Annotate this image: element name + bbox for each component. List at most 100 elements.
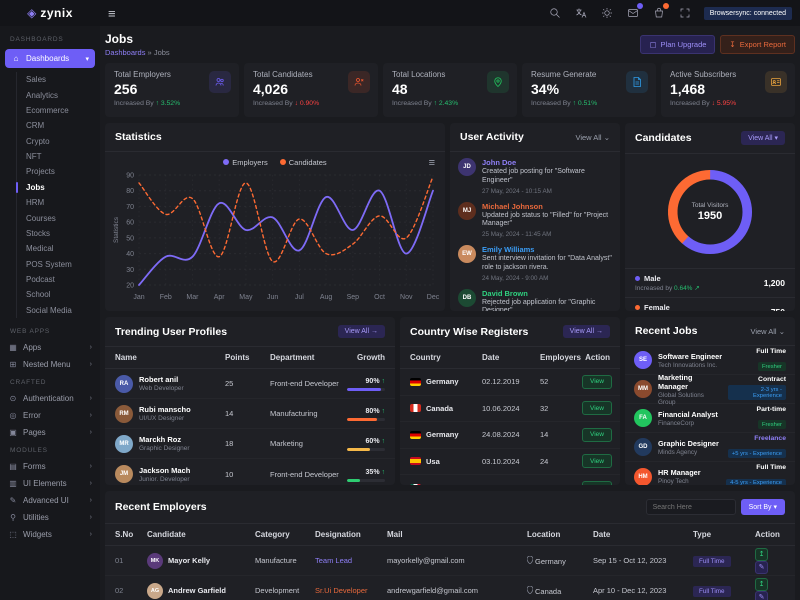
export-report-button[interactable]: ↧ Export Report [720,35,795,54]
view-button[interactable]: View [582,375,612,389]
chevron-down-icon: ▾ [85,55,89,63]
pages-icon: ▣ [8,428,18,437]
view-button[interactable]: View [582,454,612,468]
stat-card: Resume Generate34%Increased By ↑ 0.51% [522,63,656,117]
activity-user-name[interactable]: David Brown [482,289,612,298]
activity-time: 24 May, 2024 - 9:00 AM [482,275,612,282]
sidebar-item-analytics[interactable]: Analytics [0,87,100,102]
svg-text:30: 30 [126,267,134,274]
employers-search-input[interactable] [646,499,736,515]
edit-action-button[interactable]: ✎ [755,561,768,574]
activity-user-name[interactable]: Michael Johnson [482,202,612,211]
sidebar-item-utilities[interactable]: ⚲Utilities› [0,509,100,526]
activity-text: Created job posting for "Software Engine… [482,168,612,186]
sidebar-item-crypto[interactable]: Crypto [0,134,100,149]
sidebar-item-advanced-ui[interactable]: ✎Advanced UI› [0,492,100,509]
trending-title: Trending User Profiles [115,326,227,338]
country-view-all-button[interactable]: View All → [563,325,610,338]
sidebar-item-pos-system[interactable]: POS System [0,257,100,272]
brand-logo[interactable]: ◈ zynix [0,6,100,20]
legend-item[interactable]: Employers [223,158,267,167]
translate-icon[interactable] [574,6,588,20]
sidebar-item-error[interactable]: ◎Error› [0,407,100,424]
sidebar-item-label: Error [23,411,41,420]
activity-user-name[interactable]: John Doe [482,158,612,167]
edit-action-button[interactable]: ✎ [755,591,768,600]
search-icon[interactable] [548,6,562,20]
breadcrumb-parent[interactable]: Dashboards [105,48,145,57]
view-button[interactable]: View [582,428,612,442]
recent-jobs-view-all[interactable]: View All ⌄ [750,327,785,336]
sidebar-item-widgets[interactable]: ⬚Widgets› [0,526,100,543]
activity-item: EWEmily WilliamsSent interview invitatio… [458,245,612,282]
user-activity-view-all[interactable]: View All ⌄ [575,133,610,142]
sidebar-item-hrm[interactable]: HRM [0,195,100,210]
sidebar-item-ecommerce[interactable]: Ecommerce [0,103,100,118]
sidebar-item-podcast[interactable]: Podcast [0,272,100,287]
download-action-button[interactable]: ↥ [755,548,768,561]
sidebar-item-apps[interactable]: ▦Apps› [0,339,100,356]
chevron-right-icon: › [90,497,92,504]
sidebar-item-school[interactable]: School [0,287,100,302]
sidebar-item-medical[interactable]: Medical [0,241,100,256]
sidebar-item-crm[interactable]: CRM [0,118,100,133]
people-x-icon [348,71,370,93]
avatar: DB [458,289,476,307]
stat-card-change: Increased By ↑ 0.51% [531,100,647,107]
download-action-button[interactable]: ↥ [755,578,768,591]
experience-badge: 4-5 yrs - Experience [726,479,786,486]
sidebar-toggle-icon[interactable]: ≡ [108,6,116,21]
sidebar-item-jobs[interactable]: Jobs [0,180,100,195]
avatar: GD [634,438,652,456]
theme-toggle-icon[interactable] [600,6,614,20]
stat-card: Total Candidates4,026Increased By ↓ 0.90… [244,63,378,117]
sidebar-item-stocks[interactable]: Stocks [0,226,100,241]
chevron-right-icon: › [90,361,92,368]
svg-text:Aug: Aug [320,294,333,301]
list-item: MMMarketing ManagerGlobal Solutions Grou… [625,375,795,404]
trending-view-all-button[interactable]: View All → [338,325,385,338]
arrow-up-icon: ↑ [434,100,437,107]
main-content: Jobs Dashboards » Jobs ▢ Plan Upgrade ↧ … [100,26,800,600]
sidebar-item-forms[interactable]: ▤Forms› [0,458,100,475]
sidebar-item-sales[interactable]: Sales [0,72,100,87]
people-icon [209,71,231,93]
table-row: swedan06.12.202416View [400,475,620,485]
svg-text:Jan: Jan [133,294,144,301]
experience-badge: Fresher [758,420,786,429]
stat-cards-row: Total Employers256Increased By ↑ 3.52%To… [105,63,795,117]
sidebar-item-nested-menu[interactable]: ⊞Nested Menu› [0,356,100,373]
activity-user-name[interactable]: Emily Williams [482,245,612,254]
table-row: Germany24.08.202414View [400,422,620,449]
sidebar-item-label: Authentication [23,394,74,403]
cart-icon[interactable] [652,6,666,20]
sidebar-item-social-media[interactable]: Social Media [0,303,100,318]
sidebar-item-pages[interactable]: ▣Pages› [0,424,100,441]
plan-upgrade-button[interactable]: ▢ Plan Upgrade [640,35,715,54]
employers-sort-button[interactable]: Sort By ▾ [741,499,785,515]
table-row: RARobert anilWeb Developer25Front-end De… [105,369,395,399]
user-activity-title: User Activity [460,131,524,143]
sidebar-item-courses[interactable]: Courses [0,210,100,225]
nested-menu-icon: ⊞ [8,360,18,369]
sidebar-item-label: Forms [23,462,46,471]
view-button[interactable]: View [582,481,612,485]
candidates-view-all-button[interactable]: View All ▾ [741,131,785,145]
stat-card-change: Increased By ↓ 5.95% [670,100,786,107]
fullscreen-icon[interactable] [678,6,692,20]
chart-menu-icon[interactable]: ≡ [429,157,435,169]
legend-item[interactable]: Candidates [280,158,327,167]
svg-text:Statistics: Statistics [113,216,120,243]
messages-icon[interactable] [626,6,640,20]
stat-card-change: Increased By ↑ 2.43% [392,100,508,107]
sidebar-item-ui-elements[interactable]: ▥UI Elements› [0,475,100,492]
view-button[interactable]: View [582,401,612,415]
breadcrumb-current: Jobs [154,48,170,57]
sidebar-item-projects[interactable]: Projects [0,164,100,179]
sidebar-item-authentication[interactable]: ⊙Authentication› [0,390,100,407]
avatar: MM [634,380,652,398]
sidebar-item-dashboards[interactable]: ⌂Dashboards▾ [5,49,95,68]
sidebar-item-nft[interactable]: NFT [0,149,100,164]
messages-badge [637,3,643,9]
experience-badge: +5 yrs - Experience [728,449,786,458]
